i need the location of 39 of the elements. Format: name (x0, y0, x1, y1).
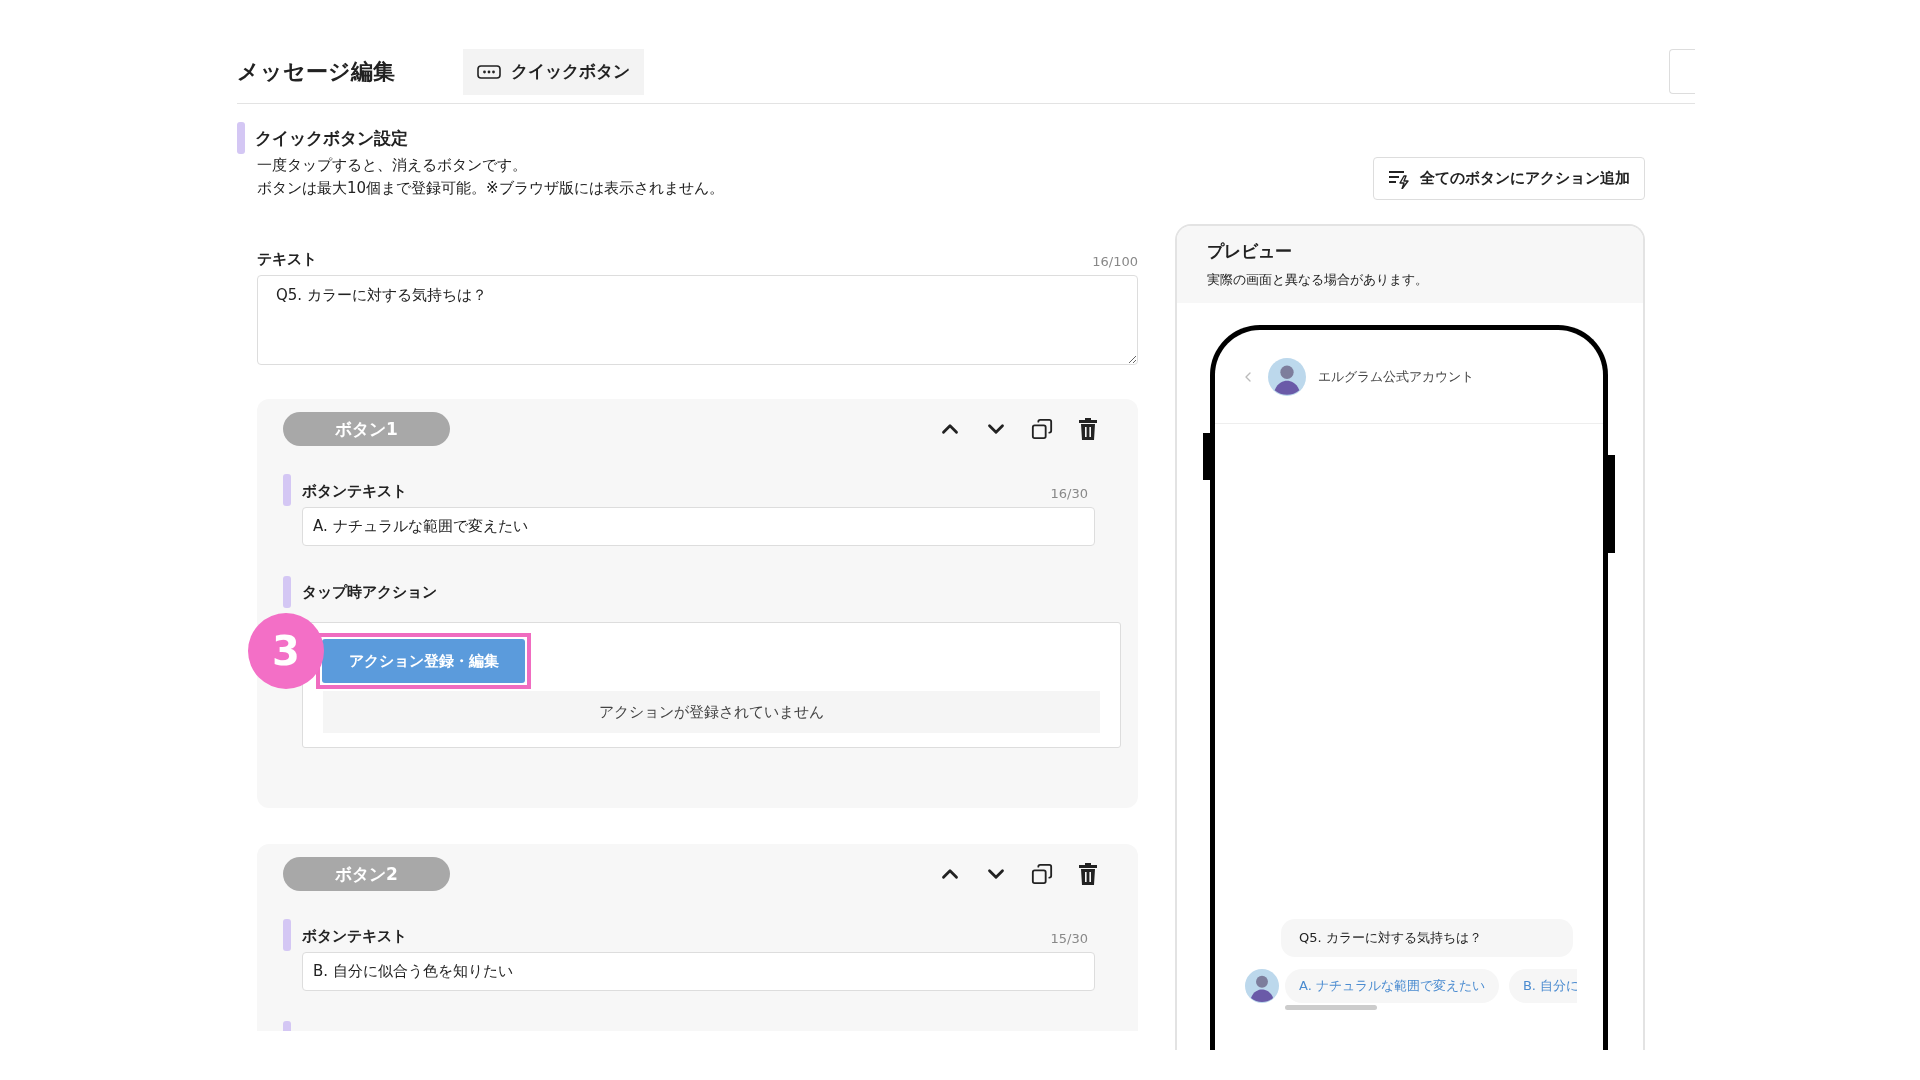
side-panel-edge (1669, 49, 1695, 94)
copy-icon (1031, 863, 1053, 885)
label-accent-bar (283, 919, 291, 951)
avatar-icon (1245, 969, 1279, 1003)
character-counter: 16/30 (1050, 486, 1088, 501)
add-action-to-all-button[interactable]: 全てのボタンにアクション追加 (1373, 157, 1645, 200)
empty-message: アクションが登録されていません (323, 691, 1100, 733)
input-field[interactable]: A. ナチュラルな範囲で変えたい (302, 507, 1095, 546)
section-title: クイックボタン設定 (255, 126, 408, 150)
label-accent-bar (283, 474, 291, 506)
field-label: ボタンテキスト (302, 927, 407, 946)
lines-bolt-icon (1388, 168, 1410, 189)
section-description: ボタンは最大10個まで登録可能。※ブラウザ版には表示されません。 (257, 178, 724, 199)
field-label: タップ時アクション (302, 582, 437, 602)
quick-reply-chip[interactable]: B. 自分に (1508, 969, 1577, 1003)
section-accent-bar (237, 122, 245, 154)
message-bubble: Q5. カラーに対する気持ちは？ (1281, 919, 1573, 957)
field-label: テキスト (257, 250, 317, 269)
character-counter: 16/100 (1092, 254, 1138, 269)
preview-note: 実際の画面と異なる場合があります。 (1207, 271, 1429, 289)
label-accent-bar (283, 1021, 291, 1031)
ellipsis-box-icon (477, 64, 501, 79)
copy-icon (1031, 418, 1053, 440)
page-title: メッセージ編集 (237, 57, 395, 86)
input-field[interactable]: B. 自分に似合う色を知りたい (302, 952, 1095, 991)
step-badge: 3 (248, 613, 324, 689)
section-description: 一度タップすると、消えるボタンです。 (257, 155, 528, 176)
character-counter: 15/30 (1050, 931, 1088, 946)
quick-button-tab[interactable]: クイックボタン (463, 48, 644, 95)
label-accent-bar (283, 576, 291, 608)
button-number-label: ボタン2 (283, 857, 450, 891)
avatar-icon (1268, 357, 1306, 396)
account-name: エルグラム公式アカウント (1318, 367, 1474, 386)
button-number-label: ボタン1 (283, 412, 450, 446)
message-text-area[interactable]: Q5. カラーに対する気持ちは？ (257, 275, 1138, 365)
field-label: ボタンテキスト (302, 482, 407, 501)
trash-icon (1078, 863, 1098, 885)
trash-icon (1078, 418, 1098, 440)
preview-title: プレビュー (1207, 240, 1293, 263)
